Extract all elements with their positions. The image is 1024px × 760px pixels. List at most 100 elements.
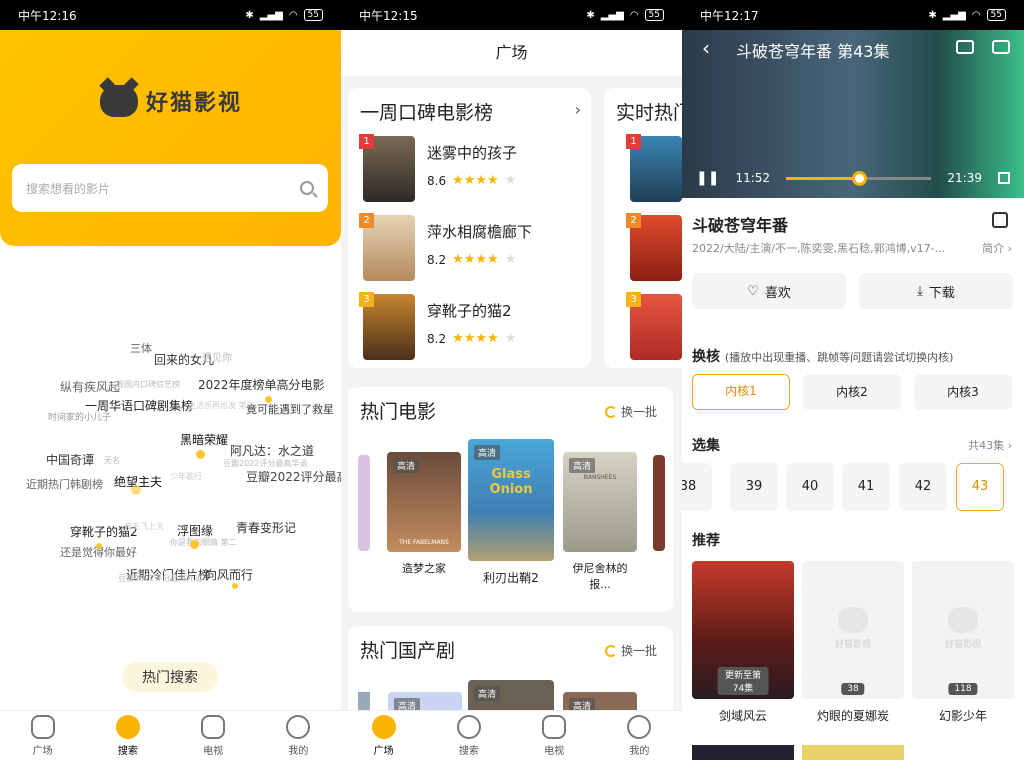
share-icon[interactable] <box>992 212 1008 228</box>
refresh-button[interactable]: 换一批 <box>604 642 657 659</box>
star-icon: ★★★★ <box>452 173 499 188</box>
recommend-item[interactable] <box>802 745 904 760</box>
cloud-dot <box>131 485 141 495</box>
video-title: 斗破苍穹年番 第43集 <box>736 42 890 61</box>
star-icon: ★★★★ <box>452 252 499 267</box>
search-icon[interactable] <box>300 181 314 195</box>
rank-card-realtime[interactable]: 实时热门 1 2 3 <box>604 88 682 368</box>
rank-item[interactable]: 1 迷雾中的孩子 8.6 ★★★★ ★ <box>359 134 517 202</box>
cloud-item[interactable]: 生活乐再出发 第二 <box>188 400 255 411</box>
hot-search-button[interactable]: 热门搜索 <box>122 662 218 692</box>
seek-bar[interactable] <box>786 170 932 186</box>
episode-item[interactable]: 38 <box>682 463 712 511</box>
nav-mine[interactable]: 我的 <box>597 711 682 760</box>
movie-item[interactable]: 高清 BANSHEES 伊尼舍林的报... <box>563 452 637 592</box>
cloud-item[interactable]: 阿凡达：水之道 <box>230 442 314 459</box>
download-button[interactable]: ⤓ 下载 <box>859 273 1013 309</box>
search-word-cloud: 三体 回来的女儿 遇见你 纵有疾风起 周国内口碑综艺榜 2022年度榜单高分电影… <box>0 330 341 610</box>
cloud-item[interactable]: 三体 <box>130 340 152 356</box>
cloud-item[interactable]: 纵有疾风起 <box>60 378 120 395</box>
like-button[interactable]: ♡ 喜欢 <box>692 273 846 309</box>
recommend-section-title: 推荐 <box>692 533 720 549</box>
cloud-dot <box>265 396 272 403</box>
video-player[interactable]: ‹ 斗破苍穹年番 第43集 ❚❚ 11:52 21:39 <box>682 30 1024 198</box>
cloud-item[interactable]: 周国内口碑综艺榜 <box>116 379 180 390</box>
core-option[interactable]: 内核3 <box>914 374 1012 410</box>
search-screen: 中午12:16 ✱ ▂▄▆ ◠ 55 好猫影视 搜索想看的影片 三体 回来的女儿 遇见… <box>0 0 341 760</box>
episode-item[interactable]: 40 <box>786 463 834 511</box>
episode-item[interactable]: 39 <box>730 463 778 511</box>
square-screen: 中午12:15 ✱ ▂▄▆ ◠ 55 广场 一周口碑电影榜 › 1 迷雾中的孩子 8.… <box>341 0 682 760</box>
cloud-item[interactable]: 豆瓣2022评分最高 <box>246 468 341 485</box>
rank-card-weekly[interactable]: 一周口碑电影榜 › 1 迷雾中的孩子 8.6 ★★★★ ★ 2 萍水相腐檐廊下 8.… <box>348 88 591 368</box>
pip-icon[interactable] <box>956 40 974 54</box>
recommend-item[interactable]: 更新至第74集 剑域风云 <box>692 561 794 724</box>
poster[interactable]: 2 <box>626 213 682 281</box>
fullscreen-icon[interactable] <box>998 172 1010 184</box>
cloud-item[interactable]: 豆瓣2022评分最高外语 <box>118 573 202 584</box>
episode-total[interactable]: 共43集 › <box>968 437 1012 453</box>
cloud-item[interactable]: 中国奇谭 <box>46 451 94 468</box>
rank-title: 一周口碑电影榜 <box>360 102 494 124</box>
nav-mine[interactable]: 我的 <box>256 711 341 760</box>
cloud-item[interactable]: 向风而行 <box>205 566 253 583</box>
cloud-item[interactable]: 2022年度榜单高分电影 <box>198 376 325 393</box>
episode-item[interactable]: 43 <box>956 463 1004 511</box>
rank-item[interactable]: 2 萍水相腐檐廊下 8.2 ★★★★ ★ <box>359 213 532 281</box>
cloud-item[interactable]: 遇见你 <box>202 349 232 364</box>
poster: 1 <box>359 134 415 202</box>
cloud-dot <box>190 540 199 549</box>
cloud-item[interactable]: 竟可能遇到了救星 <box>246 401 334 417</box>
intro-link[interactable]: 简介 › <box>982 240 1012 256</box>
nav-square[interactable]: 广场 <box>0 711 85 760</box>
search-input[interactable]: 搜索想看的影片 <box>12 164 328 212</box>
pause-icon[interactable]: ❚❚ <box>696 170 719 186</box>
cloud-item[interactable]: 黑暗荣耀 <box>180 431 228 448</box>
square-icon <box>30 714 55 739</box>
nav-tv[interactable]: 电视 <box>171 711 256 760</box>
core-section-title: 换核 (播放中出现重播、跳帧等问题请尝试切换内核) <box>692 349 954 365</box>
cloud-item[interactable]: 你是我的眼睛 第二 <box>170 537 237 548</box>
poster[interactable]: 1 <box>626 134 682 202</box>
brand-name: 好猫影视 <box>146 91 243 116</box>
star-icon: ★ <box>504 252 517 267</box>
nav-search[interactable]: 搜索 <box>426 711 511 760</box>
cloud-item[interactable]: 鸡毛飞上天 <box>124 521 164 532</box>
episode-item[interactable]: 41 <box>842 463 890 511</box>
rank-more-icon[interactable]: › <box>575 100 581 119</box>
seek-knob[interactable] <box>851 170 867 186</box>
cloud-item[interactable]: 少年歌行 <box>170 471 202 482</box>
episode-section-title: 选集 <box>692 438 720 454</box>
heart-icon: ♡ <box>747 283 759 299</box>
cloud-item[interactable]: 青春变形记 <box>236 519 296 536</box>
core-option[interactable]: 内核2 <box>803 374 901 410</box>
recommend-item[interactable]: 好猫影视 118 幻影少年 <box>912 561 1014 724</box>
nav-tv[interactable]: 电视 <box>512 711 597 760</box>
episode-item[interactable]: 42 <box>899 463 947 511</box>
recommend-item[interactable]: 好猫影视 38 灼眼的夏娜炭 <box>802 561 904 724</box>
movie-item[interactable]: 高清 Glass Onion 利刃出鞘2 <box>468 439 554 586</box>
recommend-item[interactable] <box>692 745 794 760</box>
wifi-icon: ◠ <box>629 9 639 21</box>
cloud-item[interactable]: 无名 <box>104 455 120 466</box>
movie-item[interactable]: 高清 THE FABELMANS 造梦之家 <box>387 452 461 576</box>
refresh-button[interactable]: 换一批 <box>604 403 657 420</box>
nav-square[interactable]: 广场 <box>341 711 426 760</box>
cloud-item[interactable]: 时间家的小儿子 <box>48 410 111 423</box>
movie-item[interactable] <box>358 455 370 551</box>
rank-item[interactable]: 3 穿靴子的猫2 8.2 ★★★★ ★ <box>359 292 517 360</box>
core-option[interactable]: 内核1 <box>692 374 790 410</box>
show-title: 斗破苍穹年番 <box>692 216 789 235</box>
poster[interactable]: 3 <box>626 292 682 360</box>
cloud-dot <box>232 583 238 589</box>
cast-icon[interactable] <box>992 40 1010 54</box>
nav-search[interactable]: 搜索 <box>85 711 170 760</box>
back-icon[interactable]: ‹ <box>702 36 710 60</box>
poster: 2 <box>359 213 415 281</box>
star-icon: ★ <box>504 331 517 346</box>
cloud-item[interactable]: 近期热门韩剧榜 <box>26 476 103 492</box>
status-bar: 中午12:15 ✱ ▂▄▆ ◠ 55 <box>341 0 682 30</box>
brand-logo: 好猫影视 <box>100 85 242 117</box>
wifi-icon: ◠ <box>971 9 981 21</box>
movie-item[interactable] <box>653 455 665 551</box>
